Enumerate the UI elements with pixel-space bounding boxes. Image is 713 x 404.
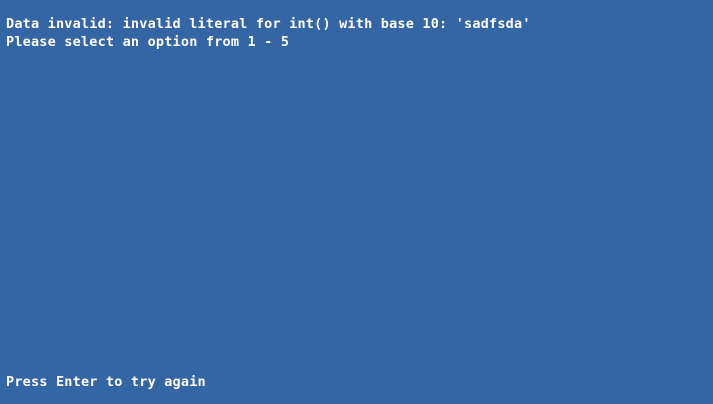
instruction-message: Please select an option from 1 - 5 — [6, 34, 290, 50]
terminal-window[interactable]: Data invalid: invalid literal for int() … — [0, 0, 713, 404]
continue-prompt: Press Enter to try again — [6, 374, 206, 390]
error-message: Data invalid: invalid literal for int() … — [6, 16, 531, 32]
